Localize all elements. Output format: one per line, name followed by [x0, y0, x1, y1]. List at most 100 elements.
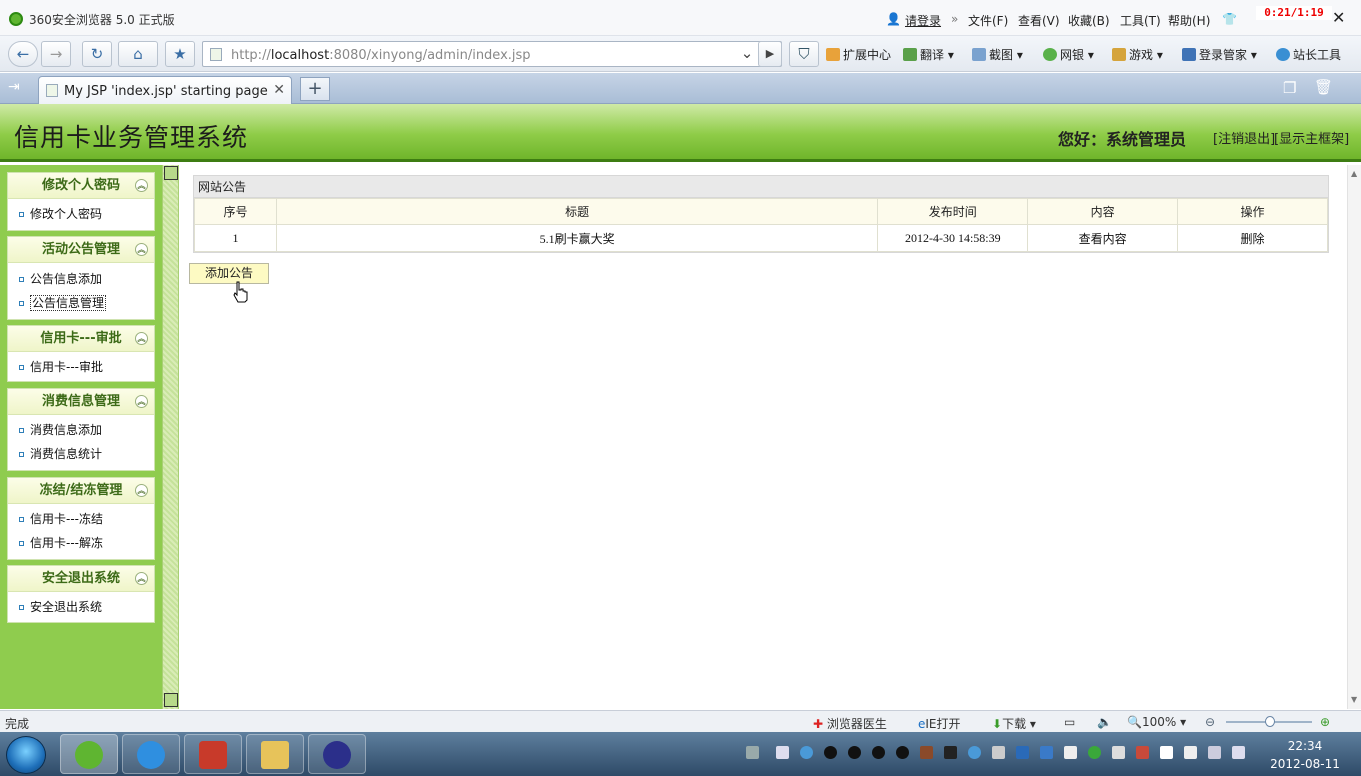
sidebar-item-notice-manage[interactable]: 公告信息管理: [8, 291, 154, 315]
forward-button[interactable]: →: [41, 41, 71, 67]
browser-doctor[interactable]: ✚ 浏览器医生: [813, 715, 887, 732]
tray-360-icon[interactable]: [1088, 746, 1101, 759]
menu-group-header[interactable]: 活动公告管理 ︽: [8, 237, 154, 263]
close-window-icon[interactable]: ✕: [1332, 8, 1345, 27]
tray-keyboard-icon[interactable]: [746, 746, 759, 759]
tray-qq-icon[interactable]: [848, 746, 861, 759]
trash-icon[interactable]: 🗑: [1314, 78, 1333, 96]
menu-view[interactable]: 查看(V): [1018, 12, 1060, 29]
user-icon[interactable]: 👤: [886, 12, 901, 26]
menu-file[interactable]: 文件(F): [968, 12, 1008, 29]
tray-volume-icon[interactable]: [1232, 746, 1245, 759]
login-link[interactable]: 请登录: [905, 12, 941, 29]
frame-splitter[interactable]: [162, 165, 179, 709]
menu-favorites[interactable]: 收藏(B): [1068, 12, 1110, 29]
back-button[interactable]: ←: [8, 41, 38, 67]
sidebar-item-consumption-add[interactable]: 消费信息添加: [8, 418, 154, 442]
refresh-button[interactable]: ↻: [82, 41, 112, 67]
menu-tools[interactable]: 工具(T): [1120, 12, 1161, 29]
address-url[interactable]: http://localhost:8080/xinyong/admin/inde…: [231, 48, 531, 63]
tray-app-icon[interactable]: [800, 746, 813, 759]
cell-time: 2012-4-30 14:58:39: [877, 224, 1029, 252]
tool-webmaster[interactable]: 站长工具: [1276, 46, 1341, 63]
tray-network-icon[interactable]: [1208, 746, 1221, 759]
tray-flag-icon[interactable]: [1160, 746, 1173, 759]
delete-link[interactable]: 删除: [1177, 224, 1328, 252]
menu-group-header[interactable]: 消费信息管理 ︽: [8, 389, 154, 415]
show-frame-link[interactable]: [显示主框架]: [1274, 128, 1349, 147]
sound-icon[interactable]: 🔈: [1097, 715, 1112, 729]
tool-games[interactable]: 游戏 ▾: [1112, 46, 1163, 63]
taskbar-toolbox[interactable]: [184, 734, 242, 774]
menu-group-freeze: 冻结/结冻管理 ︽ 信用卡---冻结 信用卡---解冻: [7, 477, 155, 560]
view-content-link[interactable]: 查看内容: [1027, 224, 1179, 252]
menu-help[interactable]: 帮助(H): [1168, 12, 1210, 29]
download[interactable]: ⬇下载 ▾: [992, 715, 1036, 732]
tray-app-icon[interactable]: [920, 746, 933, 759]
menu-group-password: 修改个人密码 ︽ 修改个人密码: [7, 172, 155, 231]
tray-qq-icon[interactable]: [824, 746, 837, 759]
start-button[interactable]: [6, 736, 46, 774]
go-button[interactable]: ▶: [758, 41, 782, 67]
menu-group-header[interactable]: 安全退出系统 ︽: [8, 566, 154, 592]
tray-app-icon[interactable]: [1112, 746, 1125, 759]
ie-open[interactable]: eIE打开: [918, 715, 961, 732]
zoom-control[interactable]: 🔍100% ▾: [1127, 715, 1186, 729]
tray-app-icon[interactable]: [992, 746, 1005, 759]
sidebar-item-notice-add[interactable]: 公告信息添加: [8, 267, 154, 291]
taskbar-eclipse[interactable]: [308, 734, 366, 774]
tab-current[interactable]: My JSP 'index.jsp' starting page ✕: [38, 76, 292, 104]
menu-group-header[interactable]: 冻结/结冻管理 ︽: [8, 478, 154, 504]
tool-login-manager[interactable]: 登录管家 ▾: [1182, 46, 1257, 63]
shield-icon[interactable]: ⛉: [789, 41, 819, 67]
home-button[interactable]: ⌂: [118, 41, 158, 67]
sidebar-item-freeze[interactable]: 信用卡---冻结: [8, 507, 154, 531]
menu-group-consumption: 消费信息管理 ︽ 消费信息添加 消费信息统计: [7, 388, 155, 471]
sidebar-item-approval[interactable]: 信用卡---审批: [8, 355, 154, 379]
sidebar-toggle-icon[interactable]: ⇥: [8, 79, 20, 95]
skin-shirt-icon[interactable]: 👕: [1222, 12, 1237, 26]
col-header-time: 发布时间: [877, 198, 1029, 225]
menu-group-header[interactable]: 信用卡---审批 ︽: [8, 326, 154, 352]
tab-close-icon[interactable]: ✕: [273, 82, 285, 98]
tray-app-icon[interactable]: [1136, 746, 1149, 759]
tool-extensions[interactable]: 扩展中心: [826, 46, 891, 63]
restore-tabs-icon[interactable]: ❐: [1283, 79, 1296, 97]
tray-app-icon[interactable]: [776, 746, 789, 759]
address-bar[interactable]: http://localhost:8080/xinyong/admin/inde…: [202, 41, 782, 67]
sidebar-item-change-password[interactable]: 修改个人密码: [8, 202, 154, 226]
tray-qq-icon[interactable]: [896, 746, 909, 759]
sidebar-item-unfreeze[interactable]: 信用卡---解冻: [8, 531, 154, 555]
sidebar-item-exit[interactable]: 安全退出系统: [8, 595, 154, 619]
tray-qq-icon[interactable]: [872, 746, 885, 759]
taskbar-ie[interactable]: [122, 734, 180, 774]
favorite-star-button[interactable]: ★: [165, 41, 195, 67]
tray-app-icon[interactable]: [968, 746, 981, 759]
tool-translate[interactable]: 翻译 ▾: [903, 46, 954, 63]
window-icon[interactable]: ▭: [1064, 715, 1075, 729]
zoom-out-icon[interactable]: ⊖: [1205, 715, 1215, 729]
zoom-slider-knob[interactable]: [1265, 716, 1275, 727]
zoom-in-icon[interactable]: ⊕: [1320, 715, 1330, 729]
add-notice-button[interactable]: 添加公告: [189, 263, 269, 284]
logout-link[interactable]: [注销退出]: [1213, 128, 1275, 147]
splitter-handle-bottom[interactable]: [164, 693, 178, 707]
vertical-scrollbar[interactable]: ▲ ▼: [1347, 165, 1361, 709]
address-dropdown-icon[interactable]: ⌄: [736, 41, 758, 67]
tray-app-icon[interactable]: [1184, 746, 1197, 759]
splitter-handle-top[interactable]: [164, 166, 178, 180]
tray-app-icon[interactable]: [944, 746, 957, 759]
tray-app-icon[interactable]: [1016, 746, 1029, 759]
new-tab-button[interactable]: +: [300, 77, 330, 101]
taskbar-clock[interactable]: 22:34 2012-08-11: [1260, 737, 1350, 773]
sidebar-item-consumption-stats[interactable]: 消费信息统计: [8, 442, 154, 466]
tool-ebank[interactable]: 网银 ▾: [1043, 46, 1094, 63]
menu-group-header[interactable]: 修改个人密码 ︽: [8, 173, 154, 199]
tray-shield-icon[interactable]: [1040, 746, 1053, 759]
col-header-action: 操作: [1177, 198, 1328, 225]
taskbar-360-browser[interactable]: [60, 734, 118, 774]
taskbar-explorer[interactable]: [246, 734, 304, 774]
tray-app-icon[interactable]: [1064, 746, 1077, 759]
tool-screenshot[interactable]: 截图 ▾: [972, 46, 1023, 63]
browser-title-bar: 360安全浏览器 5.0 正式版 👤 请登录 » 文件(F) 查看(V) 收藏(…: [0, 0, 1361, 36]
